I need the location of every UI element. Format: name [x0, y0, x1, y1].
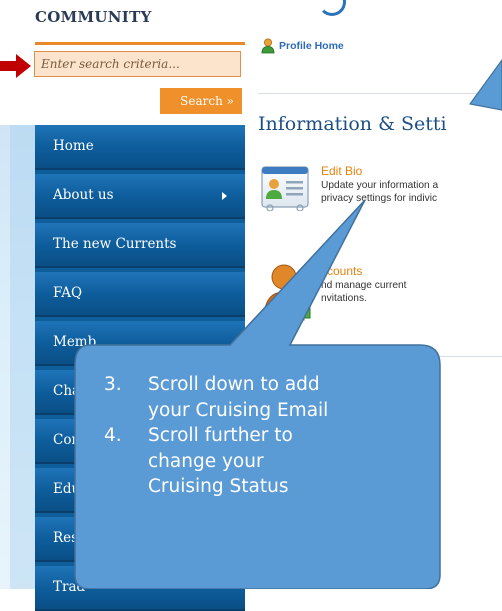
- caret-right-icon: [222, 192, 227, 200]
- nav-item-label: Home: [53, 138, 94, 154]
- sidebar-nav: Home About us The new Currents FAQ Memb …: [35, 125, 245, 611]
- nav-item-new-currents[interactable]: The new Currents: [35, 223, 245, 268]
- id-card-icon[interactable]: [260, 165, 310, 211]
- accounts-link[interactable]: ccounts: [321, 264, 362, 278]
- red-arrow-icon: [0, 54, 31, 78]
- section-title-information-settings: Information & Setti: [258, 113, 447, 135]
- nav-item-home[interactable]: Home: [35, 125, 245, 170]
- nav-item-faq[interactable]: FAQ: [35, 272, 245, 317]
- edit-bio-link[interactable]: Edit Bio: [321, 164, 362, 178]
- callout-text: 3. Scroll down to add your Cruising Emai…: [104, 372, 344, 500]
- nav-item-label: Cha: [53, 383, 81, 399]
- callout-item: 3. Scroll down to add your Cruising Emai…: [104, 372, 344, 423]
- nav-item-label: Trad: [53, 579, 86, 595]
- nav-item-label: Edu: [53, 481, 81, 497]
- accounts-desc-line-1: nd manage current: [321, 280, 407, 291]
- accounts-description: nd manage current nvitations.: [321, 279, 407, 305]
- sidebar-background-accent: [10, 125, 35, 589]
- nav-item-label: FAQ: [53, 285, 83, 301]
- nav-item-label: The new Currents: [53, 236, 177, 252]
- callout-item-number: 3.: [104, 374, 122, 395]
- search-input[interactable]: [34, 51, 241, 77]
- callout-item: 4. Scroll further to change your Cruisin…: [104, 423, 344, 500]
- search-button[interactable]: Search »: [160, 88, 242, 114]
- nav-item-about-us[interactable]: About us: [35, 174, 245, 219]
- nav-item-label: Com: [53, 432, 85, 448]
- nav-item-label: Memb: [53, 334, 97, 350]
- community-title: COMMUNITY: [35, 8, 152, 26]
- nav-item-label: About us: [53, 187, 114, 203]
- callout-item-text: Scroll further to change your Cruising S…: [148, 425, 293, 497]
- membership-desc-line-1: bership st: [321, 546, 366, 557]
- callout-item-text: Scroll down to add your Cruising Email: [148, 374, 329, 421]
- membership-description: bership st newal opti: [321, 545, 367, 571]
- membership-desc-line-2: newal opti: [321, 559, 367, 570]
- profile-home-link[interactable]: Profile Home: [279, 40, 344, 52]
- edit-bio-desc-line-2: privacy settings for indivic: [321, 193, 438, 204]
- divider: [258, 93, 502, 94]
- divider: [258, 356, 502, 357]
- nav-item-label: Res: [53, 530, 79, 546]
- nav-item-res[interactable]: Res: [35, 517, 245, 562]
- edit-bio-description: Update your information a privacy settin…: [321, 179, 502, 205]
- people-icon[interactable]: [262, 262, 314, 322]
- person-icon: [261, 38, 275, 54]
- accounts-desc-line-2: nvitations.: [321, 293, 367, 304]
- callout-item-number: 4.: [104, 425, 122, 446]
- edit-bio-desc-line-1: Update your information a: [321, 180, 439, 191]
- nav-item-membership[interactable]: Memb: [35, 321, 245, 366]
